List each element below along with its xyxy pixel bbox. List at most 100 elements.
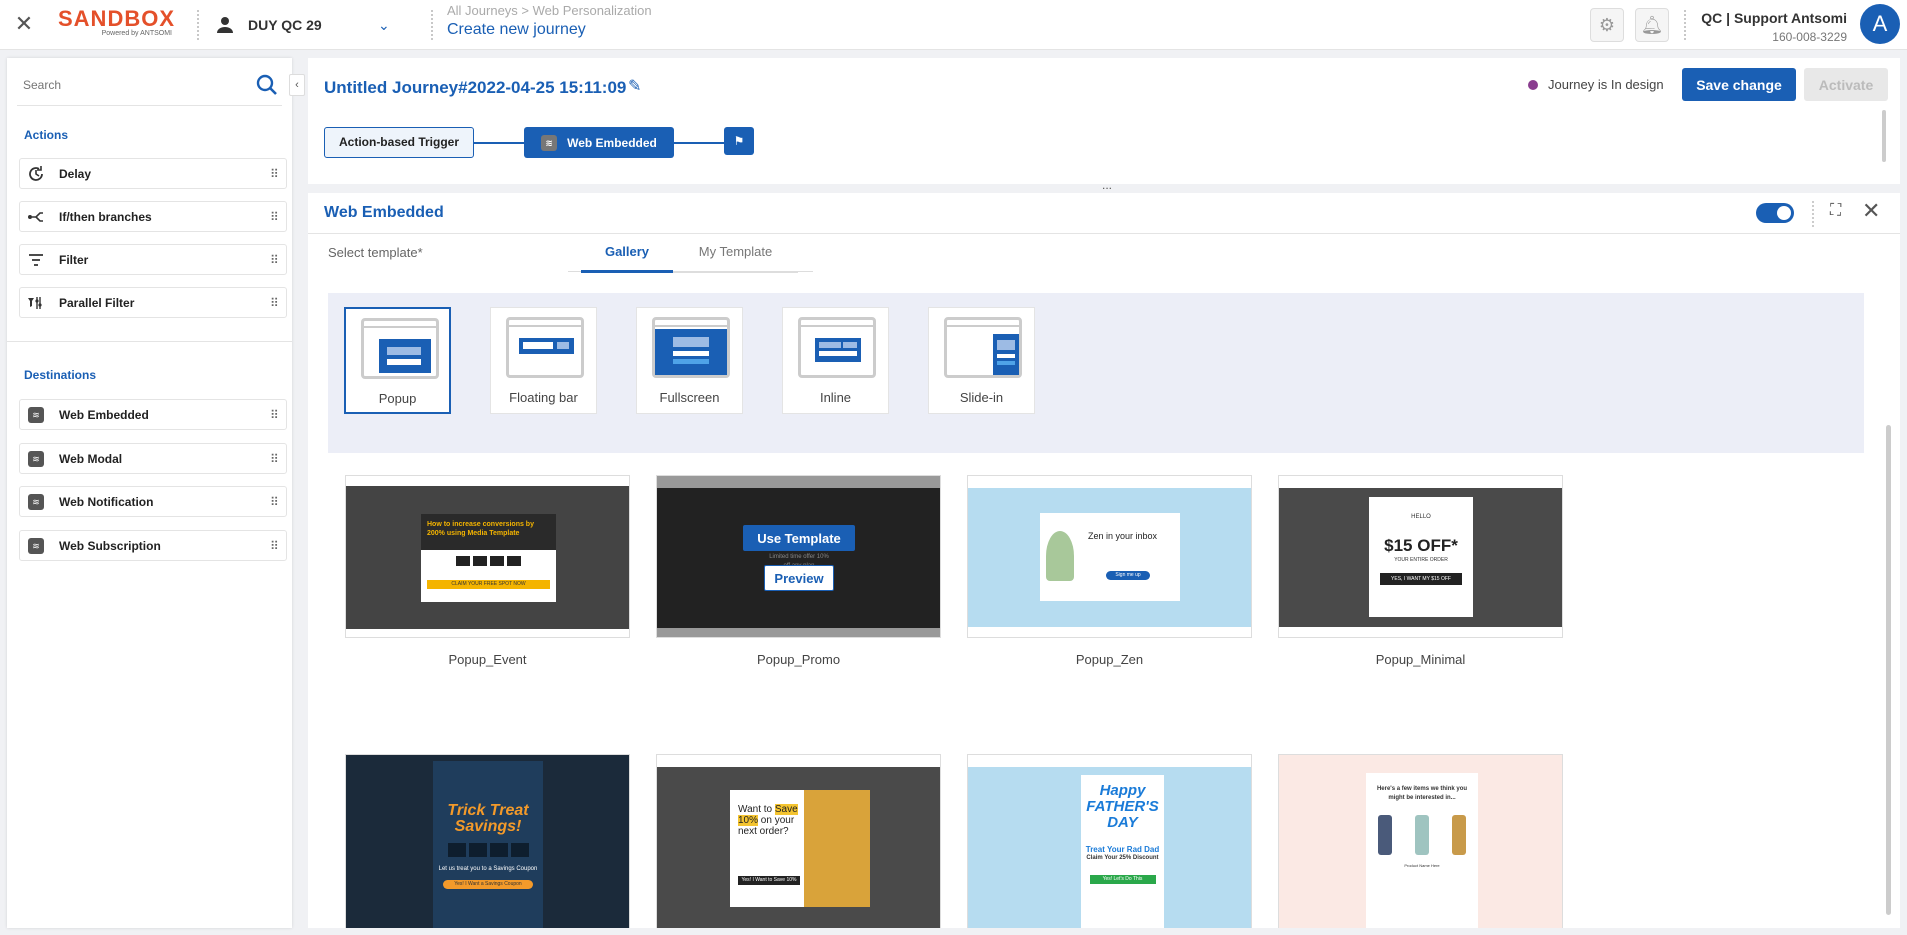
journey-header: Untitled Journey#2022-04-25 15:11:09 ✎ J…: [308, 58, 1900, 192]
template-card-save-10[interactable]: Want to Save 10% on your next order? Yes…: [656, 754, 941, 928]
divider: [1812, 201, 1814, 227]
sidebar: Actions Delay ⠿ If/then branches ⠿ Filte…: [7, 58, 292, 928]
sidebar-item-label: Web Subscription: [59, 538, 161, 553]
type-inline[interactable]: Inline: [782, 307, 889, 414]
template-thumbnail[interactable]: Trick Treat Savings! Let us treat you to…: [345, 754, 630, 928]
template-thumbnail[interactable]: Happy FATHER'S DAY Treat Your Rad Dad Cl…: [967, 754, 1252, 928]
edit-pencil-icon[interactable]: ✎: [628, 76, 641, 96]
template-card-halloween[interactable]: Trick Treat Savings! Let us treat you to…: [345, 754, 630, 928]
sidebar-item-filter[interactable]: Filter ⠿: [19, 244, 287, 275]
drag-handle-icon[interactable]: ⠿: [270, 210, 280, 224]
sidebar-item-web-modal[interactable]: ≋ Web Modal ⠿: [19, 443, 287, 474]
gear-icon[interactable]: ⚙: [1590, 8, 1624, 42]
drag-handle-icon[interactable]: ⠿: [270, 296, 280, 310]
activate-button[interactable]: Activate: [1804, 68, 1888, 101]
template-name: Popup_Promo: [756, 652, 841, 667]
template-name: Popup_Event: [448, 652, 527, 667]
sidebar-item-label: Filter: [59, 252, 89, 267]
sidebar-item-label: Web Modal: [59, 451, 123, 466]
use-template-button[interactable]: Use Template: [743, 525, 855, 551]
search-box: [17, 68, 282, 106]
panel-title: Web Embedded: [324, 204, 444, 221]
drag-handle-icon[interactable]: ⠿: [270, 452, 280, 466]
template-thumbnail[interactable]: How to increase conversions by 200% usin…: [345, 475, 630, 638]
close-panel-icon[interactable]: ✕: [1862, 198, 1880, 224]
search-icon[interactable]: [256, 74, 278, 96]
wifi-icon: ≋: [541, 134, 558, 151]
journey-title: Untitled Journey#2022-04-25 15:11:09: [324, 78, 627, 97]
scrollbar[interactable]: [1886, 425, 1891, 915]
template-card-popup-zen[interactable]: Zen in your inbox Sign me up Popup_Zen: [967, 475, 1252, 667]
actions-section-title: Actions: [24, 128, 69, 142]
sidebar-item-label: If/then branches: [59, 209, 152, 224]
close-icon[interactable]: ✕: [12, 12, 36, 36]
divider: [431, 10, 433, 40]
avatar[interactable]: A: [1860, 4, 1900, 44]
sidebar-item-label: Web Notification: [59, 494, 154, 509]
template-card-product-recs[interactable]: Here's a few items we think you might be…: [1278, 754, 1563, 928]
flow-connector: [474, 142, 524, 144]
breadcrumb-path[interactable]: All Journeys > Web Personalization: [447, 3, 652, 18]
template-thumbnail[interactable]: Here's a few items we think you might be…: [1278, 754, 1563, 928]
save-change-button[interactable]: Save change: [1682, 68, 1796, 101]
user-id: 160-008-3229: [1772, 30, 1847, 44]
sidebar-item-label: Web Embedded: [59, 407, 149, 422]
status-text: Journey is In design: [1548, 77, 1664, 92]
sidebar-item-label: Parallel Filter: [59, 295, 135, 310]
template-name: Popup_Zen: [1075, 652, 1144, 667]
web-embedded-panel: Web Embedded ⛶ ✕ Select template* Galler…: [308, 193, 1900, 928]
type-slide-in[interactable]: Slide-in: [928, 307, 1035, 414]
template-card-popup-event[interactable]: How to increase conversions by 200% usin…: [345, 475, 630, 667]
resize-handle[interactable]: ...: [1102, 178, 1112, 192]
template-thumbnail[interactable]: Zen in your inbox Sign me up: [967, 475, 1252, 638]
status-badge: Journey is In design: [1528, 77, 1664, 92]
sidebar-item-web-embedded[interactable]: ≋ Web Embedded ⠿: [19, 399, 287, 430]
divider: [1684, 10, 1686, 40]
select-template-label: Select template*: [328, 245, 423, 260]
top-bar: ✕ SANDBOX Powered by ANTSOMI DUY QC 29 ⌄…: [0, 0, 1907, 50]
expand-icon[interactable]: ⛶: [1830, 202, 1841, 220]
user-icon: [217, 17, 233, 33]
preview-button[interactable]: Preview: [764, 565, 834, 591]
sidebar-item-delay[interactable]: Delay ⠿: [19, 158, 287, 189]
type-popup[interactable]: Popup: [344, 307, 451, 414]
collapse-sidebar-button[interactable]: ‹: [289, 74, 305, 96]
template-name: Popup_Minimal: [1375, 652, 1466, 667]
drag-handle-icon[interactable]: ⠿: [270, 167, 280, 181]
account-selector[interactable]: DUY QC 29 ⌄: [216, 12, 390, 38]
web-embedded-node[interactable]: ≋ Web Embedded: [524, 127, 674, 158]
notification-bell-icon[interactable]: 🔔︎: [1635, 8, 1669, 42]
page-title: Create new journey: [447, 21, 586, 38]
drag-handle-icon[interactable]: ⠿: [270, 495, 280, 509]
trigger-node[interactable]: Action-based Trigger: [324, 127, 474, 158]
wifi-icon: ≋: [25, 535, 47, 557]
scrollbar[interactable]: [1882, 110, 1886, 162]
tab-my-template[interactable]: My Template: [673, 243, 798, 273]
status-dot: [1528, 79, 1538, 90]
sidebar-item-if-then[interactable]: If/then branches ⠿: [19, 201, 287, 232]
template-card-fathers-day[interactable]: Happy FATHER'S DAY Treat Your Rad Dad Cl…: [967, 754, 1252, 928]
drag-handle-icon[interactable]: ⠿: [270, 539, 280, 553]
type-fullscreen[interactable]: Fullscreen: [636, 307, 743, 414]
template-card-popup-promo[interactable]: Limited time offer 10% off any plan Use …: [656, 475, 941, 667]
sidebar-item-parallel-filter[interactable]: Parallel Filter ⠿: [19, 287, 287, 318]
sidebar-item-web-notification[interactable]: ≋ Web Notification ⠿: [19, 486, 287, 517]
wifi-icon: ≋: [25, 404, 47, 426]
account-name: DUY QC 29: [248, 17, 322, 33]
main-area: Untitled Journey#2022-04-25 15:11:09 ✎ J…: [308, 58, 1900, 928]
sidebar-item-web-subscription[interactable]: ≋ Web Subscription ⠿: [19, 530, 287, 561]
breadcrumb: All Journeys > Web Personalization Creat…: [447, 3, 652, 39]
template-thumbnail[interactable]: Want to Save 10% on your next order? Yes…: [656, 754, 941, 928]
template-thumbnail[interactable]: HELLO $15 OFF* YOUR ENTIRE ORDER YES, I …: [1278, 475, 1563, 638]
flag-icon[interactable]: ⚑: [724, 127, 754, 155]
drag-handle-icon[interactable]: ⠿: [270, 408, 280, 422]
wifi-icon: ≋: [25, 448, 47, 470]
enable-toggle[interactable]: [1756, 203, 1794, 223]
drag-handle-icon[interactable]: ⠿: [270, 253, 280, 267]
search-input[interactable]: [17, 68, 237, 102]
wifi-icon: ≋: [25, 491, 47, 513]
template-thumbnail[interactable]: Limited time offer 10% off any plan Use …: [656, 475, 941, 638]
type-floating-bar[interactable]: Floating bar: [490, 307, 597, 414]
template-card-popup-minimal[interactable]: HELLO $15 OFF* YOUR ENTIRE ORDER YES, I …: [1278, 475, 1563, 667]
tab-gallery[interactable]: Gallery: [581, 243, 673, 273]
